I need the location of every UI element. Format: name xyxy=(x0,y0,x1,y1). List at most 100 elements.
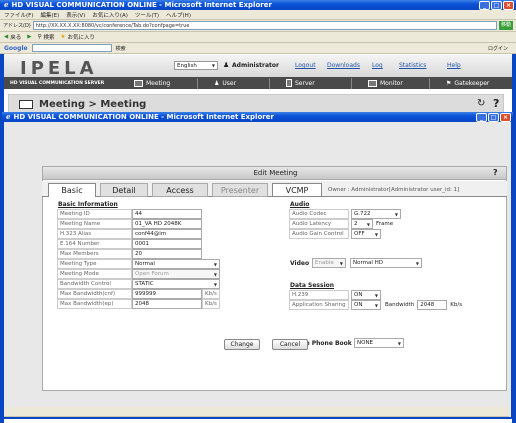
address-bar: アドレス(D) http://XX.XX.X.XX:8080/vc/confer… xyxy=(0,20,516,32)
row-meeting-name: Meeting Name 01_VA HD 2048K xyxy=(57,219,222,229)
ie-icon: ℯ xyxy=(4,1,9,9)
search-button[interactable]: 検索 xyxy=(44,33,55,41)
row-meeting-id: Meeting ID 44 xyxy=(57,209,222,219)
nav-server[interactable]: Server xyxy=(282,77,352,89)
page-help-icon[interactable]: ? xyxy=(493,97,499,110)
max-bw-ep-field[interactable]: 2048 xyxy=(132,299,202,309)
row-max-members: Max Members 20 xyxy=(57,249,222,259)
nav-user[interactable]: ♟ User xyxy=(210,77,270,89)
language-select[interactable]: English xyxy=(174,61,218,70)
edit-help-icon[interactable]: ? xyxy=(493,168,498,177)
popup-minimize-button[interactable]: _ xyxy=(476,113,487,122)
menu-item-favorites[interactable]: お気に入り(A) xyxy=(92,11,128,19)
meeting-type-label: Meeting Type xyxy=(57,259,132,269)
nav-monitor[interactable]: Monitor xyxy=(364,77,430,89)
meeting-id-field[interactable]: 44 xyxy=(132,209,202,219)
log-link[interactable]: Log xyxy=(372,62,383,69)
menu-item-edit[interactable]: 編集(E) xyxy=(40,11,59,19)
maximize-button[interactable]: □ xyxy=(491,1,502,10)
audio-gain-select[interactable]: OFF xyxy=(351,229,381,239)
close-button[interactable]: × xyxy=(503,1,514,10)
e164-field[interactable]: 0001 xyxy=(132,239,202,249)
row-max-bw-cnf: Max Bandwidth(cnf) 999999 Kb/s xyxy=(57,289,222,299)
tab-access[interactable]: Access xyxy=(152,183,208,197)
bandwidth-control-select[interactable]: STATIC xyxy=(132,279,220,289)
edit-meeting-header: Edit Meeting ? xyxy=(42,166,507,180)
back-button[interactable]: 戻る xyxy=(10,33,21,41)
popup-close-button[interactable]: × xyxy=(500,113,511,122)
audio-title: Audio xyxy=(290,201,310,208)
back-icon[interactable]: ◀ xyxy=(4,34,8,40)
basic-info-table: Meeting ID 44 Meeting Name 01_VA HD 2048K … xyxy=(57,209,222,309)
meeting-id-label: Meeting ID xyxy=(57,209,132,219)
statistics-link[interactable]: Statistics xyxy=(399,62,426,69)
tab-vcmp[interactable]: VCMP xyxy=(272,183,322,197)
minimize-button[interactable]: _ xyxy=(479,1,490,10)
logout-link[interactable]: Logout xyxy=(295,62,316,69)
h239-select[interactable]: ON xyxy=(351,290,381,300)
cancel-button[interactable]: Cancel xyxy=(272,339,308,350)
google-logo: Google xyxy=(4,44,28,52)
favorites-icon[interactable]: ★ xyxy=(61,34,66,40)
status-bar xyxy=(4,407,509,417)
bandwidth-field[interactable]: 2048 xyxy=(417,300,448,310)
max-bw-ep-unit: Kb/s xyxy=(202,299,220,309)
main-navbar: HD VISUAL COMMUNICATION SERVER Meeting ♟… xyxy=(4,77,512,89)
meeting-type-select[interactable]: Normal xyxy=(132,259,220,269)
audio-codec-label: Audio Codec xyxy=(289,209,349,219)
menu-item-view[interactable]: 表示(V) xyxy=(66,11,85,19)
help-link[interactable]: Help xyxy=(447,62,461,69)
tab-detail[interactable]: Detail xyxy=(100,183,148,197)
ipela-header: IPELA English ♟ Administrator Logout Dow… xyxy=(4,55,512,79)
downloads-link[interactable]: Downloads xyxy=(327,62,360,69)
nav-gatekeeper[interactable]: ⚑ Gatekeeper xyxy=(442,78,493,89)
basic-info-title: Basic Information xyxy=(58,201,118,208)
max-members-label: Max Members xyxy=(57,249,132,259)
user-icon: ♟ xyxy=(223,61,230,69)
row-audio-gain: Audio Gain Control OFF xyxy=(289,229,459,239)
nav-meeting[interactable]: Meeting xyxy=(130,77,198,89)
search-icon[interactable]: ⚲ xyxy=(37,34,41,40)
audio-codec-select[interactable]: G.722 xyxy=(351,209,401,219)
address-label: アドレス(D) xyxy=(3,23,31,29)
max-bw-cnf-label: Max Bandwidth(cnf) xyxy=(57,289,132,299)
google-search-button[interactable]: 検索 xyxy=(116,45,126,52)
h323-alias-field[interactable]: conf44@im xyxy=(132,229,202,239)
nav-monitor-label: Monitor xyxy=(380,79,403,87)
row-app-sharing: Application SharingON Bandwidth2048Kb/s xyxy=(289,300,462,310)
forward-icon[interactable]: ▶ xyxy=(27,34,31,40)
nav-server-label: Server xyxy=(295,79,315,87)
favorites-button[interactable]: お気に入り xyxy=(67,33,95,41)
max-bw-cnf-field[interactable]: 999999 xyxy=(132,289,202,299)
go-button[interactable]: 移動 xyxy=(498,21,513,30)
google-login[interactable]: ログイン xyxy=(488,45,508,52)
popup-maximize-button[interactable]: □ xyxy=(488,113,499,122)
nav-user-label: User xyxy=(222,79,237,87)
menu-item-tools[interactable]: ツール(T) xyxy=(135,11,159,19)
phonebook-select[interactable]: NONE xyxy=(354,338,404,348)
browser-title-bar: ℯ HD VISUAL COMMUNICATION ONLINE - Micro… xyxy=(0,0,516,10)
audio-table: Audio CodecG.722 Audio Latency2Frame Aud… xyxy=(289,209,459,239)
menu-item-file[interactable]: ファイル(F) xyxy=(4,11,33,19)
video-mode-select[interactable]: Normal HD xyxy=(350,258,422,268)
google-search-input[interactable] xyxy=(31,44,112,52)
row-meeting-type: Meeting Type Normal xyxy=(57,259,222,269)
user-nav-icon: ♟ xyxy=(214,79,220,87)
app-sharing-select[interactable]: ON xyxy=(351,300,381,310)
address-input[interactable]: http://XX.XX.X.XX:8080/vc/conference/Tab… xyxy=(32,21,497,30)
meeting-name-field[interactable]: 01_VA HD 2048K xyxy=(132,219,202,229)
nav-gatekeeper-label: Gatekeeper xyxy=(454,79,490,87)
audio-latency-select[interactable]: 2 xyxy=(351,219,373,229)
tab-basic[interactable]: Basic xyxy=(48,183,96,197)
max-members-field[interactable]: 20 xyxy=(132,249,202,259)
monitor-icon xyxy=(368,79,377,87)
tab-presenter[interactable]: Presenter xyxy=(212,183,268,197)
refresh-icon[interactable]: ↻ xyxy=(477,98,485,109)
video-enable-select[interactable]: Enable xyxy=(312,258,346,268)
max-bw-ep-label: Max Bandwidth(ep) xyxy=(57,299,132,309)
meeting-mode-select[interactable]: Open Forum xyxy=(132,269,220,279)
change-button[interactable]: Change xyxy=(224,339,260,350)
google-toolbar: Google 検索 ログイン xyxy=(0,43,516,54)
row-h239: H.239 ON xyxy=(289,290,462,300)
menu-item-help[interactable]: ヘルプ(H) xyxy=(166,11,191,19)
